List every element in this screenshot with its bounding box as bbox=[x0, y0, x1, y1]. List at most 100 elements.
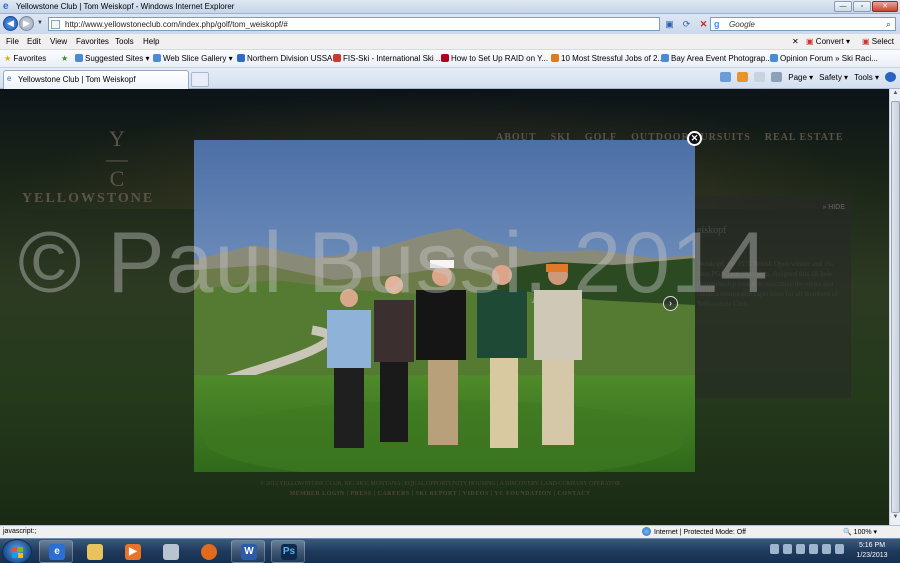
favorite-label: Northern Division USSA bbox=[247, 54, 333, 63]
favorite-label: Opinion Forum » Ski Raci... bbox=[780, 54, 878, 63]
folder-icon bbox=[87, 544, 103, 560]
safety-menu[interactable]: Safety ▾ bbox=[819, 73, 848, 82]
favorite-link-ussa[interactable]: Northern Division USSA bbox=[237, 54, 332, 63]
favorites-label: Favorites bbox=[13, 54, 47, 63]
site-icon bbox=[551, 54, 559, 62]
scroll-down-icon[interactable]: ▼ bbox=[891, 514, 900, 524]
back-button[interactable]: ◀ bbox=[3, 16, 18, 31]
menu-favorites[interactable]: Favorites bbox=[76, 37, 109, 46]
tools-menu[interactable]: Tools ▾ bbox=[854, 73, 879, 82]
favorite-link-web-slice[interactable]: Web Slice Gallery ▾ bbox=[153, 54, 233, 63]
search-field[interactable]: g Google ⌕ bbox=[710, 17, 896, 31]
security-zone[interactable]: Internet | Protected Mode: Off bbox=[642, 527, 746, 536]
tray-icon[interactable] bbox=[770, 544, 779, 554]
forward-button[interactable]: ▶ bbox=[19, 16, 34, 31]
help-icon[interactable] bbox=[885, 72, 896, 82]
taskbar-file-explorer[interactable] bbox=[77, 540, 111, 563]
footer-link-press[interactable]: PRESS bbox=[350, 491, 371, 497]
tray-icon[interactable] bbox=[783, 544, 792, 554]
tab-yellowstone-club[interactable]: e Yellowstone Club | Tom Weiskopf bbox=[3, 70, 189, 89]
menu-view[interactable]: View bbox=[50, 37, 67, 46]
lightbox-photo bbox=[194, 140, 695, 472]
stop-icon[interactable]: ✕ bbox=[697, 18, 710, 30]
taskbar-calculator[interactable] bbox=[153, 540, 187, 563]
new-tab-button[interactable] bbox=[191, 72, 209, 87]
search-icon[interactable]: ⌕ bbox=[886, 19, 891, 30]
vertical-scrollbar[interactable]: ▲ ▼ bbox=[889, 89, 900, 525]
close-window-button[interactable]: ✕ bbox=[872, 1, 898, 12]
ie-logo-icon: e bbox=[3, 1, 9, 12]
nav-real-estate[interactable]: REAL ESTATE bbox=[765, 132, 844, 143]
footer-link-contact[interactable]: CONTACT bbox=[557, 491, 590, 497]
volume-icon[interactable] bbox=[835, 544, 844, 554]
panel-body: Weiskopf, the 1973 British Open winner a… bbox=[697, 260, 838, 308]
favorite-link-suggested-sites[interactable]: Suggested Sites ▾ bbox=[75, 54, 150, 63]
menu-help[interactable]: Help bbox=[143, 37, 159, 46]
chevron-right-icon: › bbox=[669, 298, 672, 308]
taskbar-internet-explorer[interactable]: e bbox=[39, 540, 73, 563]
footer-link-member-login[interactable]: MEMBER LOGIN bbox=[289, 491, 344, 497]
scroll-up-icon[interactable]: ▲ bbox=[891, 90, 900, 100]
footer-link-careers[interactable]: CAREERS bbox=[378, 491, 410, 497]
maximize-button[interactable]: ▫ bbox=[853, 1, 871, 12]
tray-icon[interactable] bbox=[809, 544, 818, 554]
ie-page-icon: e bbox=[7, 74, 12, 83]
internet-explorer-icon: e bbox=[49, 544, 65, 560]
select-button[interactable]: ▣ Select bbox=[862, 37, 894, 46]
print-icon[interactable] bbox=[771, 72, 783, 82]
favorite-link-bay-area[interactable]: Bay Area Event Photograp... bbox=[661, 54, 772, 63]
taskbar-photoshop[interactable]: Ps bbox=[271, 540, 305, 563]
media-player-icon: ▶ bbox=[125, 544, 141, 560]
network-icon[interactable] bbox=[822, 544, 831, 554]
zone-text: Internet | Protected Mode: Off bbox=[654, 529, 746, 536]
favorite-link-stressful-jobs[interactable]: 10 Most Stressful Jobs of 2... bbox=[551, 54, 664, 63]
convert-button[interactable]: ▣ Convert ▾ bbox=[806, 37, 850, 46]
start-button[interactable] bbox=[2, 539, 32, 563]
compatibility-view-icon[interactable]: ▣ bbox=[663, 18, 676, 30]
status-bar: javascript:; Internet | Protected Mode: … bbox=[0, 525, 900, 538]
next-image-button[interactable]: › bbox=[663, 296, 678, 311]
footer-link-yc-foundation[interactable]: YC FOUNDATION bbox=[494, 491, 551, 497]
yellowstone-logo[interactable]: Y — C YELLOWSTONE bbox=[22, 126, 192, 209]
taskbar-clock[interactable]: 5:16 PM 1/23/2013 bbox=[846, 541, 898, 561]
footer-link-ski-report[interactable]: SKI REPORT bbox=[416, 491, 458, 497]
feeds-icon[interactable] bbox=[737, 72, 749, 82]
address-url[interactable]: http://www.yellowstoneclub.com/index.php… bbox=[65, 20, 288, 29]
home-icon[interactable] bbox=[720, 72, 732, 82]
panel-heading: eiskopf bbox=[697, 225, 727, 236]
search-placeholder: Google bbox=[729, 20, 755, 29]
favorite-link-raid[interactable]: How to Set Up RAID on Y... bbox=[441, 54, 548, 63]
address-field[interactable]: http://www.yellowstoneclub.com/index.php… bbox=[48, 17, 660, 31]
menu-tools[interactable]: Tools bbox=[115, 37, 134, 46]
favorite-label: Bay Area Event Photograp... bbox=[671, 54, 772, 63]
taskbar-media-player[interactable]: ▶ bbox=[115, 540, 149, 563]
favorite-link-fis[interactable]: FIS-Ski - International Ski ... bbox=[333, 54, 443, 63]
hide-link[interactable]: » HIDE bbox=[822, 204, 845, 211]
yc-monogram-icon: Y — C bbox=[106, 126, 128, 191]
site-icon bbox=[661, 54, 669, 62]
info-panel: » HIDE eiskopf Weiskopf, the 1973 Britis… bbox=[695, 196, 851, 398]
menu-edit[interactable]: Edit bbox=[27, 37, 41, 46]
site-icon bbox=[153, 54, 161, 62]
title-bar: e Yellowstone Club | Tom Weiskopf - Wind… bbox=[0, 0, 900, 14]
favorite-link-opinion-forum[interactable]: Opinion Forum » Ski Raci... bbox=[770, 54, 878, 63]
menu-file[interactable]: File bbox=[6, 37, 19, 46]
favorites-button[interactable]: ★ Favorites bbox=[4, 54, 46, 63]
close-icon: ✕ bbox=[690, 133, 699, 143]
golf-group-photo bbox=[194, 140, 695, 472]
scroll-thumb[interactable] bbox=[891, 101, 900, 513]
taskbar-firefox[interactable] bbox=[191, 540, 225, 563]
mail-icon[interactable] bbox=[754, 72, 766, 82]
tray-icon[interactable] bbox=[796, 544, 805, 554]
close-lightbox-button[interactable]: ✕ bbox=[687, 131, 702, 146]
page-menu[interactable]: Page ▾ bbox=[788, 73, 813, 82]
zoom-level[interactable]: 🔍 100% ▾ bbox=[843, 528, 877, 536]
window-title: Yellowstone Club | Tom Weiskopf - Window… bbox=[16, 2, 235, 11]
footer-link-videos[interactable]: VIDEOS bbox=[463, 491, 489, 497]
add-favorite-icon[interactable]: ★ bbox=[61, 54, 68, 63]
close-toolbar-icon[interactable]: ✕ bbox=[792, 37, 799, 46]
refresh-icon[interactable]: ⟳ bbox=[680, 18, 693, 30]
recent-pages-dropdown-icon[interactable]: ▼ bbox=[37, 20, 43, 26]
taskbar-word[interactable]: W bbox=[231, 540, 265, 563]
minimize-button[interactable]: — bbox=[834, 1, 852, 12]
